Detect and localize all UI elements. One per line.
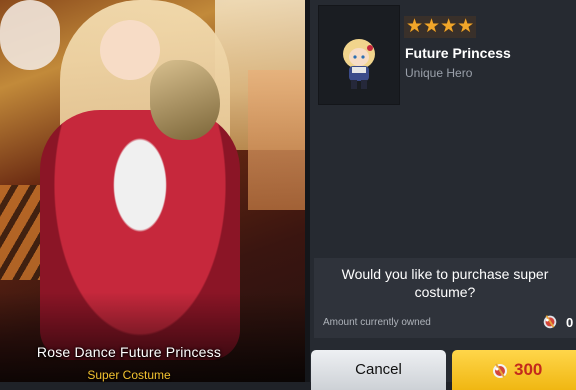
hero-chibi-icon [343,39,375,89]
gem-ball-icon [493,363,507,378]
owned-amount-value: 0 [566,315,574,330]
purchase-prompt-box: Would you like to purchase super costume… [314,258,576,338]
character-face [100,20,160,80]
hero-rank: Unique Hero [405,66,473,80]
hero-star-rating: ★ ★ ★ ★ [404,16,477,38]
costume-name: Rose Dance Future Princess [36,344,222,360]
background-pillow [248,70,305,210]
star-icon: ★ [457,16,475,37]
costume-artwork [0,0,305,382]
character-arm [0,0,60,70]
price-value: 300 [514,360,543,379]
hero-name: Future Princess [405,45,511,61]
purchase-panel: ★ ★ ★ ★ Future Princess Unique Hero Woul… [310,0,576,390]
purchase-prompt: Would you like to purchase super costume… [341,266,549,300]
star-icon: ★ [423,16,441,37]
star-icon: ★ [440,16,458,37]
buy-button[interactable]: 300 [452,350,576,390]
owned-amount-label: Amount currently owned [323,317,431,328]
hero-portrait-card[interactable] [318,5,400,105]
star-icon: ★ [406,16,424,37]
costume-type: Super Costume [87,368,171,382]
gem-ball-icon [543,315,557,329]
cancel-button[interactable]: Cancel [311,350,446,390]
